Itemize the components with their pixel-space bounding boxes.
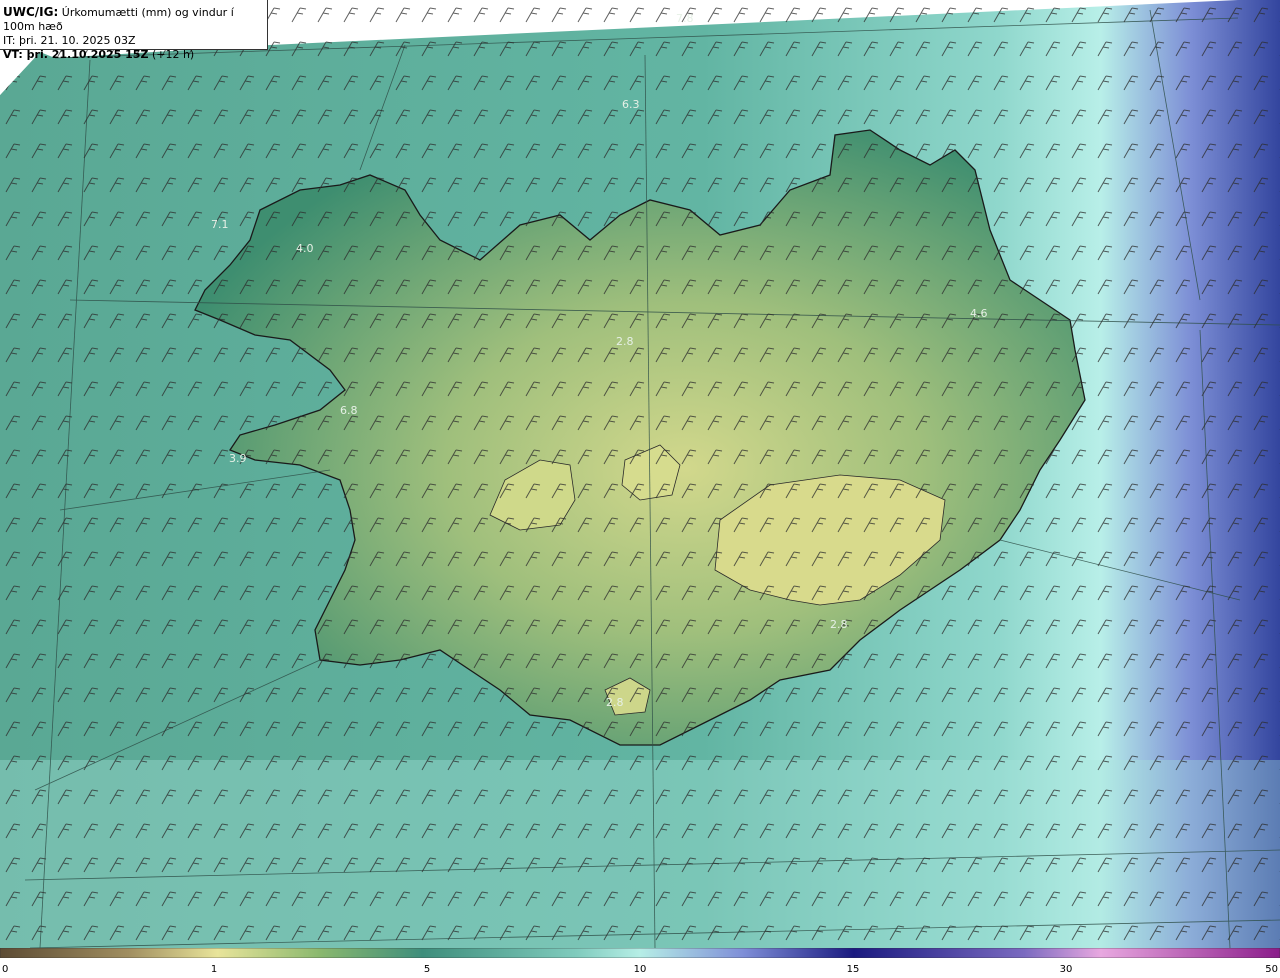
title-row: UWC/IG: Úrkomumætti (mm) og vindur í 100… xyxy=(3,5,267,34)
legend-tick: 5 xyxy=(423,964,431,975)
wind-barbs xyxy=(0,0,1280,948)
map-value: 2.8 xyxy=(830,618,848,631)
map-value: 4.6 xyxy=(970,307,988,320)
legend-tick: 30 xyxy=(1059,964,1073,975)
legend-tick: 0 xyxy=(2,964,9,975)
valid-time-row: VT: þri. 21.10.2025 15Z (+12 h) xyxy=(3,48,267,62)
precipitation-wind-map: 7.8 6.3 7.1 4.0 2.8 4.6 6.8 3.9 2.8 2.8 xyxy=(0,0,1280,949)
map-value: 7.8 xyxy=(676,12,694,25)
map-value: 2.8 xyxy=(606,696,624,709)
init-time-label: IT: xyxy=(3,34,16,47)
legend-tick: 1 xyxy=(210,964,218,975)
map-value: 4.0 xyxy=(296,242,314,255)
legend-ticks: 0 1 5 10 15 30 50 xyxy=(0,958,1280,978)
title-box: UWC/IG: Úrkomumætti (mm) og vindur í 100… xyxy=(0,0,268,61)
color-legend-bar xyxy=(0,948,1280,958)
map-value: 7.1 xyxy=(211,218,229,231)
init-time-value: þri. 21. 10. 2025 03Z xyxy=(18,34,136,47)
map-value: 3.9 xyxy=(229,452,247,465)
valid-time-offset: (+12 h) xyxy=(151,48,195,61)
legend-tick: 50 xyxy=(1265,964,1278,975)
valid-time-value: VT: þri. 21.10.2025 15Z xyxy=(3,48,149,61)
map-value: 6.3 xyxy=(622,98,640,111)
legend-tick: 15 xyxy=(846,964,860,975)
init-time-row: IT: þri. 21. 10. 2025 03Z xyxy=(3,34,267,48)
product-name: UWC/IG: xyxy=(3,5,59,19)
legend-tick: 10 xyxy=(633,964,647,975)
map-value: 6.8 xyxy=(340,404,358,417)
map-value: 2.8 xyxy=(616,335,634,348)
